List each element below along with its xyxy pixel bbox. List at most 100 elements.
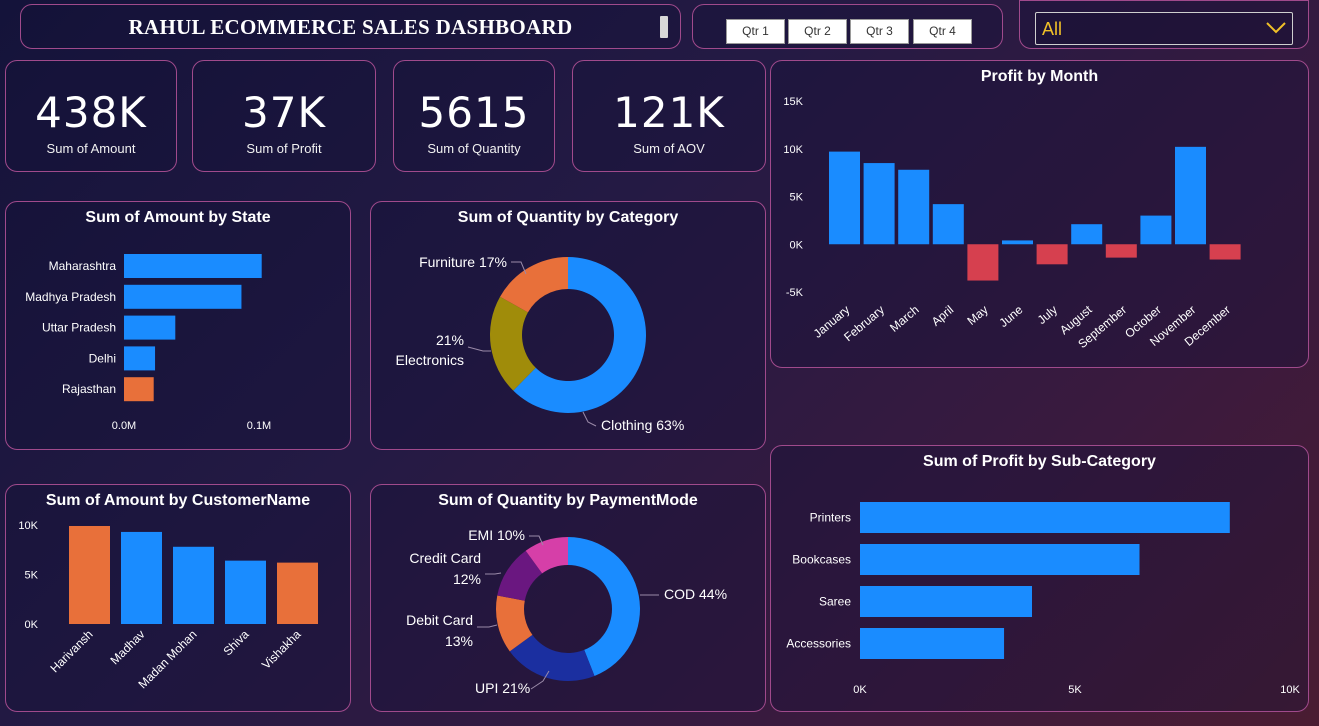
slice-label: 21% [436,332,464,348]
slice-label: COD 44% [664,586,727,602]
kpi-card-aov: 121K Sum of AOV [572,60,766,172]
kpi-value: 37K [242,88,326,137]
y-tick-label: Accessories [786,637,851,651]
y-tick-label: Madhya Pradesh [25,290,116,304]
leader-line [582,411,597,427]
y-tick-label: 5K [25,570,39,582]
profit-by-subcategory-chart: Printers Bookcases Saree Accessories 0K 5K 10K [786,502,1300,696]
x-tick-label: June [996,302,1025,330]
kpi-label: Sum of Profit [246,141,322,156]
x-tick-label: Harivansh [48,627,96,675]
chevron-down-icon [1266,22,1286,34]
x-tick-label: 0K [853,684,867,696]
y-tick-label: -5K [786,287,804,299]
qtr-1-button[interactable]: Qtr 1 [726,19,785,44]
customer-bar[interactable] [277,562,318,624]
month-bar[interactable] [1071,224,1103,245]
y-tick-label: Delhi [89,351,116,365]
x-tick-label: Vishakha [259,627,304,672]
y-tick-label: 0K [25,619,39,631]
y-tick-label: 0K [790,239,804,251]
y-tick-label: Rajasthan [62,382,116,396]
state-filter-panel: All [1019,0,1309,49]
state-bar[interactable] [124,346,156,371]
slice-label: EMI 10% [468,527,525,543]
subcategory-bar[interactable] [860,628,1005,659]
kpi-value: 5615 [418,88,530,137]
slice-label: UPI 21% [475,680,530,696]
month-bar[interactable] [1140,215,1172,245]
x-tick-label: 0.1M [247,420,271,432]
slice-label: Electronics [396,352,464,368]
profit-by-month-panel: Profit by Month 15K 10K 5K 0K -5K January Febr… [770,60,1309,368]
y-tick-label: Saree [819,595,851,609]
leader-line [467,346,491,352]
dashboard-title-panel: RAHUL ECOMMERCE SALES DASHBOARD [20,4,681,49]
month-bar[interactable] [898,169,930,245]
leader-line [477,624,498,628]
month-bar[interactable] [1175,146,1206,245]
customer-bar[interactable] [121,531,162,624]
dashboard-title: RAHUL ECOMMERCE SALES DASHBOARD [128,15,573,39]
slice-label: Debit Card [406,612,473,628]
subcategory-bar[interactable] [860,544,1140,575]
state-bar[interactable] [124,315,176,340]
subcategory-bar[interactable] [860,502,1230,533]
x-tick-label: May [964,303,990,328]
y-tick-label: Printers [810,511,851,525]
x-tick-label: 10K [1280,684,1300,696]
y-tick-label: Bookcases [792,553,851,567]
x-tick-label: 5K [1068,684,1082,696]
quantity-by-category-panel: Sum of Quantity by Category Clothing 63%… [370,201,766,450]
kpi-label: Sum of AOV [633,141,705,156]
customer-bar[interactable] [225,560,266,624]
quantity-by-payment-chart: COD 44% UPI 21% Debit Card 13% Credit Card 12… [406,527,727,696]
slice-label: 12% [453,571,481,587]
month-bar[interactable] [1209,244,1241,260]
subcategory-bar[interactable] [860,586,1032,617]
y-tick-label: Maharashtra [49,259,117,273]
kpi-value: 121K [613,88,725,137]
quantity-by-payment-panel: Sum of Quantity by PaymentMode COD 44% UP… [370,484,766,712]
month-bar[interactable] [1036,244,1068,265]
customer-bar[interactable] [69,525,110,624]
state-filter-dropdown[interactable]: All [1035,12,1293,45]
kpi-label: Sum of Amount [46,141,136,156]
month-bar[interactable] [1105,244,1137,258]
kpi-label: Sum of Quantity [427,141,521,156]
quarter-slicer: Qtr 1 Qtr 2 Qtr 3 Qtr 4 [692,4,1003,49]
x-tick-label: April [929,303,956,329]
state-bar[interactable] [124,284,242,309]
customer-bar[interactable] [173,546,214,624]
amount-by-state-panel: Sum of Amount by State Maharashtra Madhya… [5,201,351,450]
leader-line [485,572,502,575]
month-bar[interactable] [1002,240,1033,245]
x-tick-label: July [1035,303,1060,327]
profit-by-subcategory-panel: Sum of Profit by Sub-Category Printers Bo… [770,445,1309,712]
month-bar[interactable] [863,163,895,245]
amount-by-customer-panel: Sum of Amount by CustomerName 10K 5K 0K Har… [5,484,351,712]
month-bar[interactable] [932,204,964,245]
x-tick-label: Madhav [108,627,148,667]
kpi-card-amount: 438K Sum of Amount [5,60,177,172]
qtr-3-button[interactable]: Qtr 3 [850,19,909,44]
state-bar[interactable] [124,377,154,402]
qtr-2-button[interactable]: Qtr 2 [788,19,847,44]
x-tick-label: 0.0M [112,420,136,432]
scroll-thumb[interactable] [660,16,668,38]
y-tick-label: Uttar Pradesh [42,321,116,335]
state-filter-value: All [1042,19,1063,39]
amount-by-customer-chart: 10K5K0KHarivansh MadhavMadan Mohan Shiva Vi… [18,520,318,691]
qtr-4-button[interactable]: Qtr 4 [913,19,972,44]
kpi-card-quantity: 5615 Sum of Quantity [393,60,555,172]
amount-by-state-chart: Maharashtra Madhya Pradesh Uttar Pradesh De… [25,254,271,432]
x-tick-label: Shiva [220,627,251,658]
kpi-value: 438K [35,88,147,137]
quantity-by-category-chart: Clothing 63% 21% Electronics Furniture 17% [396,254,685,433]
month-bar[interactable] [967,244,999,281]
y-tick-label: 10K [783,144,803,156]
y-tick-label: 10K [18,520,38,532]
month-bar[interactable] [829,151,860,245]
profit-by-month-chart: 15K10K5K0K-5KJanuaryFebruary March April Ma… [783,96,1241,351]
state-bar[interactable] [124,254,262,278]
